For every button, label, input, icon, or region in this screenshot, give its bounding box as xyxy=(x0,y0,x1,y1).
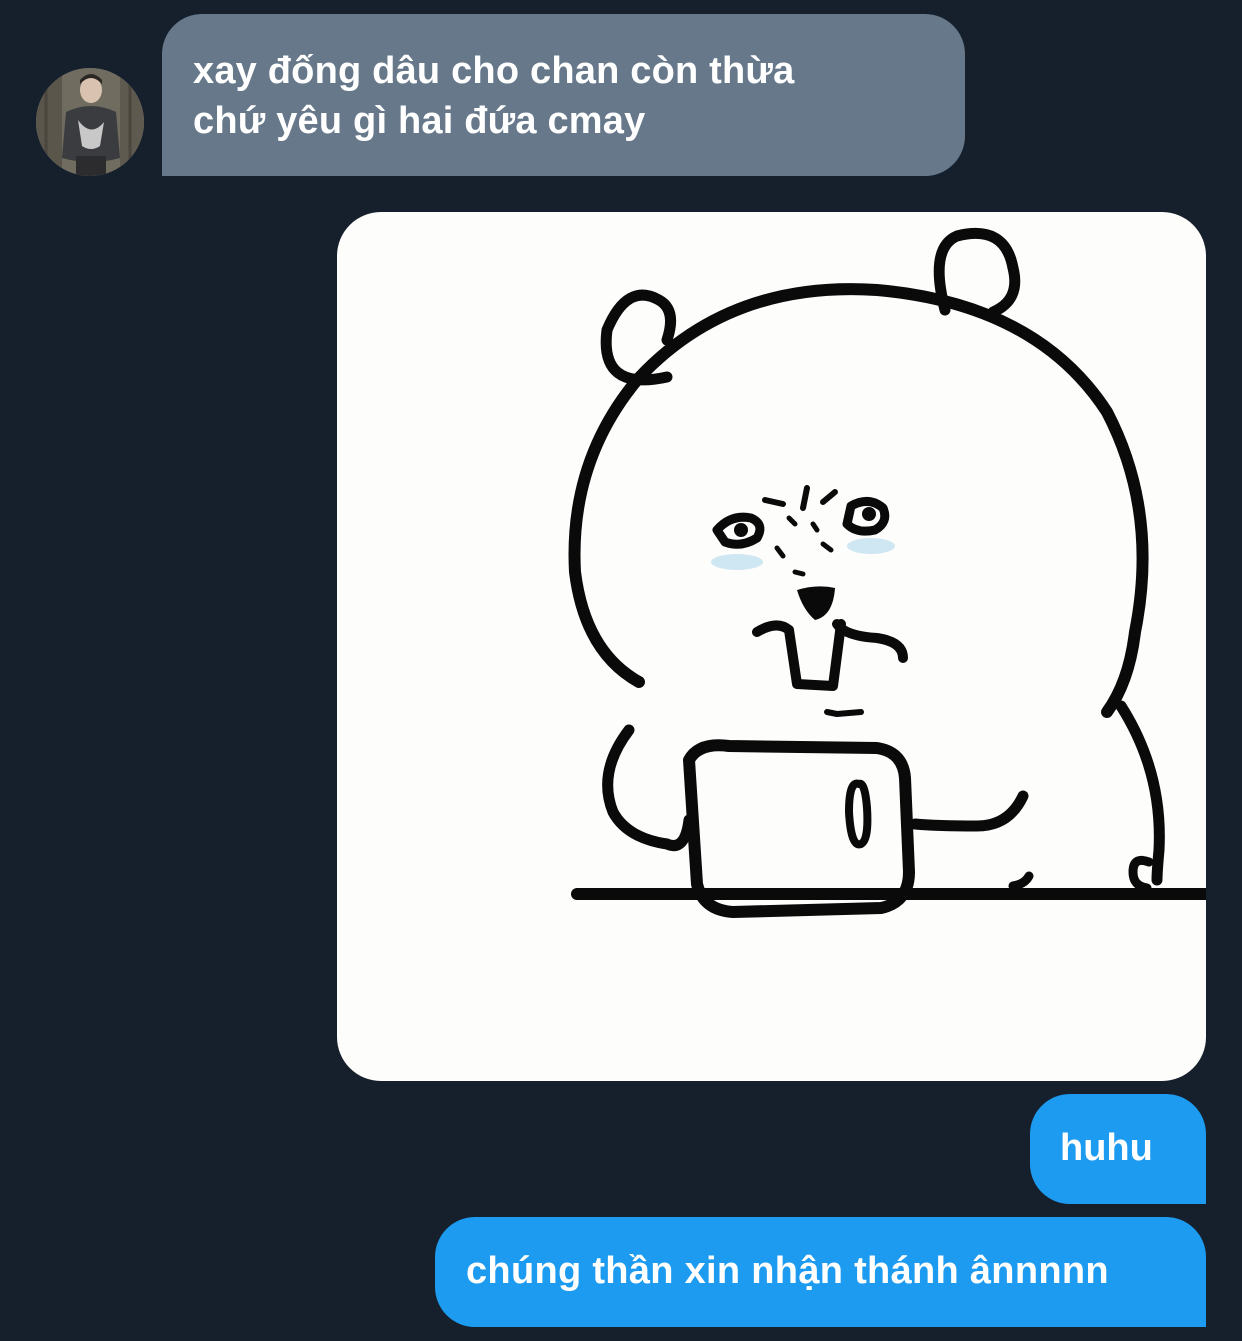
sender-avatar[interactable] xyxy=(36,68,144,176)
person-avatar-icon xyxy=(36,68,144,176)
outgoing-message-bubble[interactable]: huhu xyxy=(1030,1094,1206,1204)
crying-bear-sticker-icon xyxy=(568,227,1206,918)
sticker-image-bubble[interactable] xyxy=(337,212,1206,1081)
outgoing-message-bubble[interactable]: chúng thần xin nhận thánh ânnnnn xyxy=(435,1217,1206,1327)
incoming-message-line-2: chứ yêu gì hai đứa cmay xyxy=(193,100,646,142)
incoming-message-bubble[interactable]: xay đống dâu cho chan còn thừa chứ yêu g… xyxy=(162,14,965,176)
incoming-message-line-1: xay đống dâu cho chan còn thừa xyxy=(193,50,795,92)
